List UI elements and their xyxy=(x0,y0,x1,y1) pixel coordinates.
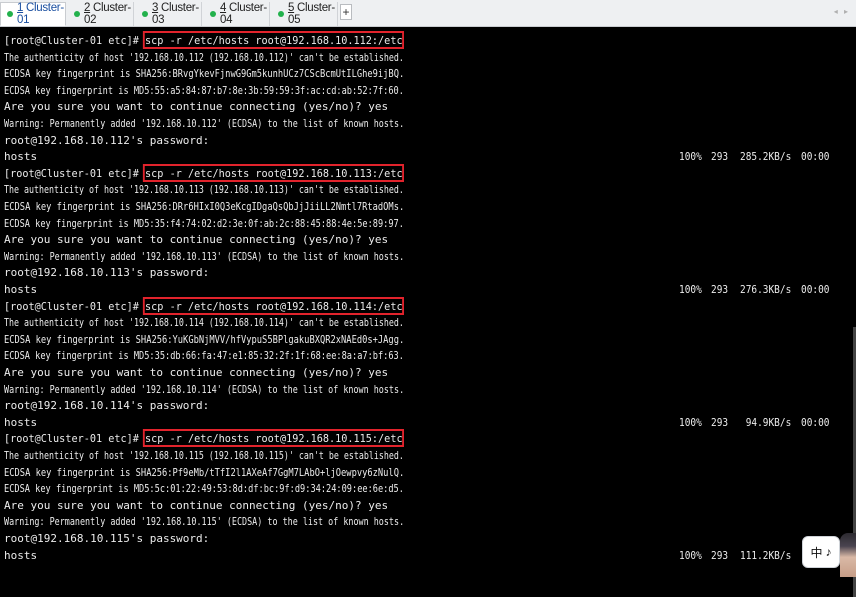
output-line: ECDSA key fingerprint is MD5:55:a5:84:87… xyxy=(4,83,404,97)
output-line: The authenticity of host '192.168.10.112… xyxy=(4,50,404,64)
transfer-speed: 285.2KB/s xyxy=(740,150,792,164)
transfer-percent: 100% xyxy=(679,548,702,562)
highlighted-command: scp -r /etc/hosts root@192.168.10.113:/e… xyxy=(143,163,405,182)
output-line: hosts xyxy=(4,150,38,164)
output-line: Are you sure you want to continue connec… xyxy=(4,100,389,114)
tab-bar: 1 Cluster-01 2 Cluster-02 3 Cluster-03 4… xyxy=(0,0,856,27)
new-tab-button[interactable]: + xyxy=(340,4,352,20)
output-line: Are you sure you want to continue connec… xyxy=(4,233,389,247)
output-line: ECDSA key fingerprint is MD5:35:f4:74:02… xyxy=(4,216,404,230)
tab-cluster-04[interactable]: 4 Cluster-04 xyxy=(204,2,270,26)
red-highlight-box xyxy=(143,296,405,315)
output-line: Are you sure you want to continue connec… xyxy=(4,498,389,512)
moon-icon[interactable]: ♪ xyxy=(826,545,832,559)
output-line: ECDSA key fingerprint is MD5:5c:01:22:49… xyxy=(4,482,404,496)
transfer-size: 293 xyxy=(711,548,729,562)
connected-status-icon xyxy=(74,11,80,17)
output-line: root@192.168.10.112's password: xyxy=(4,133,210,147)
tab-label: 5 Cluster-05 xyxy=(288,2,335,26)
terminal-output[interactable]: [root@Cluster-01 etc]# scp -r /etc/hosts… xyxy=(0,27,856,597)
chinese-input-icon[interactable]: 中 xyxy=(810,544,822,561)
transfer-size: 293 xyxy=(711,283,729,296)
connected-status-icon xyxy=(142,11,148,17)
output-line: Are you sure you want to continue connec… xyxy=(4,366,389,379)
tab-scroll-arrows-icon[interactable]: ◂ ▸ xyxy=(834,7,850,16)
output-line: root@192.168.10.115's password: xyxy=(4,532,210,545)
connected-status-icon xyxy=(278,11,284,17)
output-line: root@192.168.10.113's password: xyxy=(4,266,210,280)
transfer-speed: 276.3KB/s xyxy=(740,283,792,296)
output-line: ECDSA key fingerprint is SHA256:Pf9eMb/t… xyxy=(4,465,405,479)
transfer-percent: 100% xyxy=(679,150,702,164)
tab-label: 2 Cluster-02 xyxy=(84,2,131,26)
red-highlight-box xyxy=(143,429,405,448)
command-line: [root@Cluster-01 etc]# scp -r /etc/hosts… xyxy=(4,296,405,315)
command-line: [root@Cluster-01 etc]# scp -r /etc/hosts… xyxy=(4,163,405,182)
command-line: [root@Cluster-01 etc]# scp -r /etc/hosts… xyxy=(4,31,405,49)
transfer-percent: 100% xyxy=(679,283,702,296)
transfer-percent: 100% xyxy=(679,415,702,429)
output-line: Warning: Permanently added '192.168.10.1… xyxy=(4,515,405,529)
highlighted-command: scp -r /etc/hosts root@192.168.10.114:/e… xyxy=(143,296,405,315)
red-highlight-box xyxy=(143,163,405,182)
connected-status-icon xyxy=(210,11,216,17)
output-line: The authenticity of host '192.168.10.113… xyxy=(4,183,404,197)
tab-label: 1 Cluster-01 xyxy=(17,2,64,26)
tab-cluster-01[interactable]: 1 Cluster-01 xyxy=(0,2,66,26)
highlighted-command: scp -r /etc/hosts root@192.168.10.112:/e… xyxy=(143,31,405,49)
highlighted-command: scp -r /etc/hosts root@192.168.10.115:/e… xyxy=(143,429,405,448)
output-line: hosts xyxy=(4,283,38,296)
output-line: Warning: Permanently added '192.168.10.1… xyxy=(4,382,405,396)
avatar xyxy=(840,533,856,577)
transfer-time: 00:00 xyxy=(801,415,830,429)
transfer-size: 293 xyxy=(711,415,729,429)
output-line: hosts xyxy=(4,548,38,562)
tab-label: 4 Cluster-04 xyxy=(220,2,267,26)
tab-cluster-05[interactable]: 5 Cluster-05 xyxy=(272,2,338,26)
transfer-time: 00:00 xyxy=(801,283,830,296)
output-line: root@192.168.10.114's password: xyxy=(4,399,210,413)
transfer-size: 293 xyxy=(711,150,729,164)
connected-status-icon xyxy=(7,11,13,17)
output-line: ECDSA key fingerprint is SHA256:BRvgYkev… xyxy=(4,67,405,81)
ime-widget[interactable]: 中 ♪ xyxy=(800,533,856,577)
output-line: hosts xyxy=(4,415,38,429)
tab-label: 3 Cluster-03 xyxy=(152,2,199,26)
transfer-time: 00:00 xyxy=(801,150,830,164)
tab-cluster-03[interactable]: 3 Cluster-03 xyxy=(136,2,202,26)
output-line: Warning: Permanently added '192.168.10.1… xyxy=(4,249,405,263)
transfer-speed: 94.9KB/s xyxy=(740,415,792,429)
input-method-toolbar[interactable]: 中 ♪ xyxy=(802,536,840,568)
tab-cluster-02[interactable]: 2 Cluster-02 xyxy=(68,2,134,26)
output-line: Warning: Permanently added '192.168.10.1… xyxy=(4,117,405,130)
red-highlight-box xyxy=(143,31,405,49)
output-line: ECDSA key fingerprint is SHA256:YuKGbNjM… xyxy=(4,332,405,346)
output-line: The authenticity of host '192.168.10.115… xyxy=(4,449,404,462)
command-line: [root@Cluster-01 etc]# scp -r /etc/hosts… xyxy=(4,429,405,448)
output-line: ECDSA key fingerprint is SHA256:DRr6HIxI… xyxy=(4,200,405,213)
output-line: ECDSA key fingerprint is MD5:35:db:66:fa… xyxy=(4,349,404,363)
transfer-speed: 111.2KB/s xyxy=(740,548,792,562)
output-line: The authenticity of host '192.168.10.114… xyxy=(4,316,404,330)
